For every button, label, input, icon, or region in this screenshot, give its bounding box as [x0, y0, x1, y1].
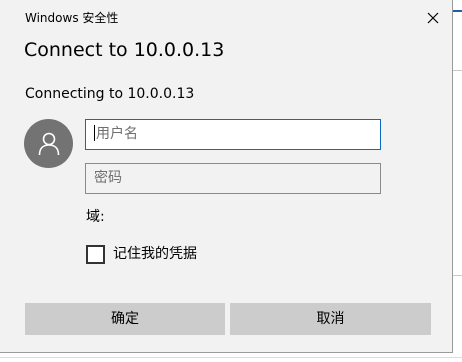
background-window-divider: [453, 70, 462, 71]
username-input[interactable]: 用户名: [85, 119, 381, 150]
user-avatar-icon: [24, 119, 73, 168]
window-title: Windows 安全性: [25, 11, 119, 25]
background-window-divider: [453, 275, 462, 276]
windows-security-dialog: Windows 安全性 Connect to 10.0.0.13 Connect…: [0, 0, 453, 353]
background-window-divider: [0, 357, 462, 358]
username-placeholder: 用户名: [96, 126, 138, 142]
domain-label: 域:: [86, 209, 105, 225]
remember-credentials-label[interactable]: 记住我的凭据: [113, 245, 197, 264]
password-placeholder: 密码: [94, 170, 122, 186]
background-window-edge: [453, 0, 462, 362]
close-button[interactable]: [418, 4, 448, 32]
cancel-button[interactable]: 取消: [230, 303, 431, 335]
text-caret: [94, 125, 95, 141]
background-window-accent: [453, 10, 462, 12]
dialog-heading: Connect to 10.0.0.13: [24, 39, 225, 61]
close-icon: [427, 9, 439, 28]
connecting-text: Connecting to 10.0.0.13: [25, 86, 195, 102]
remember-credentials-checkbox[interactable]: [86, 245, 105, 264]
password-input[interactable]: 密码: [85, 163, 381, 194]
ok-button[interactable]: 确定: [25, 303, 225, 335]
